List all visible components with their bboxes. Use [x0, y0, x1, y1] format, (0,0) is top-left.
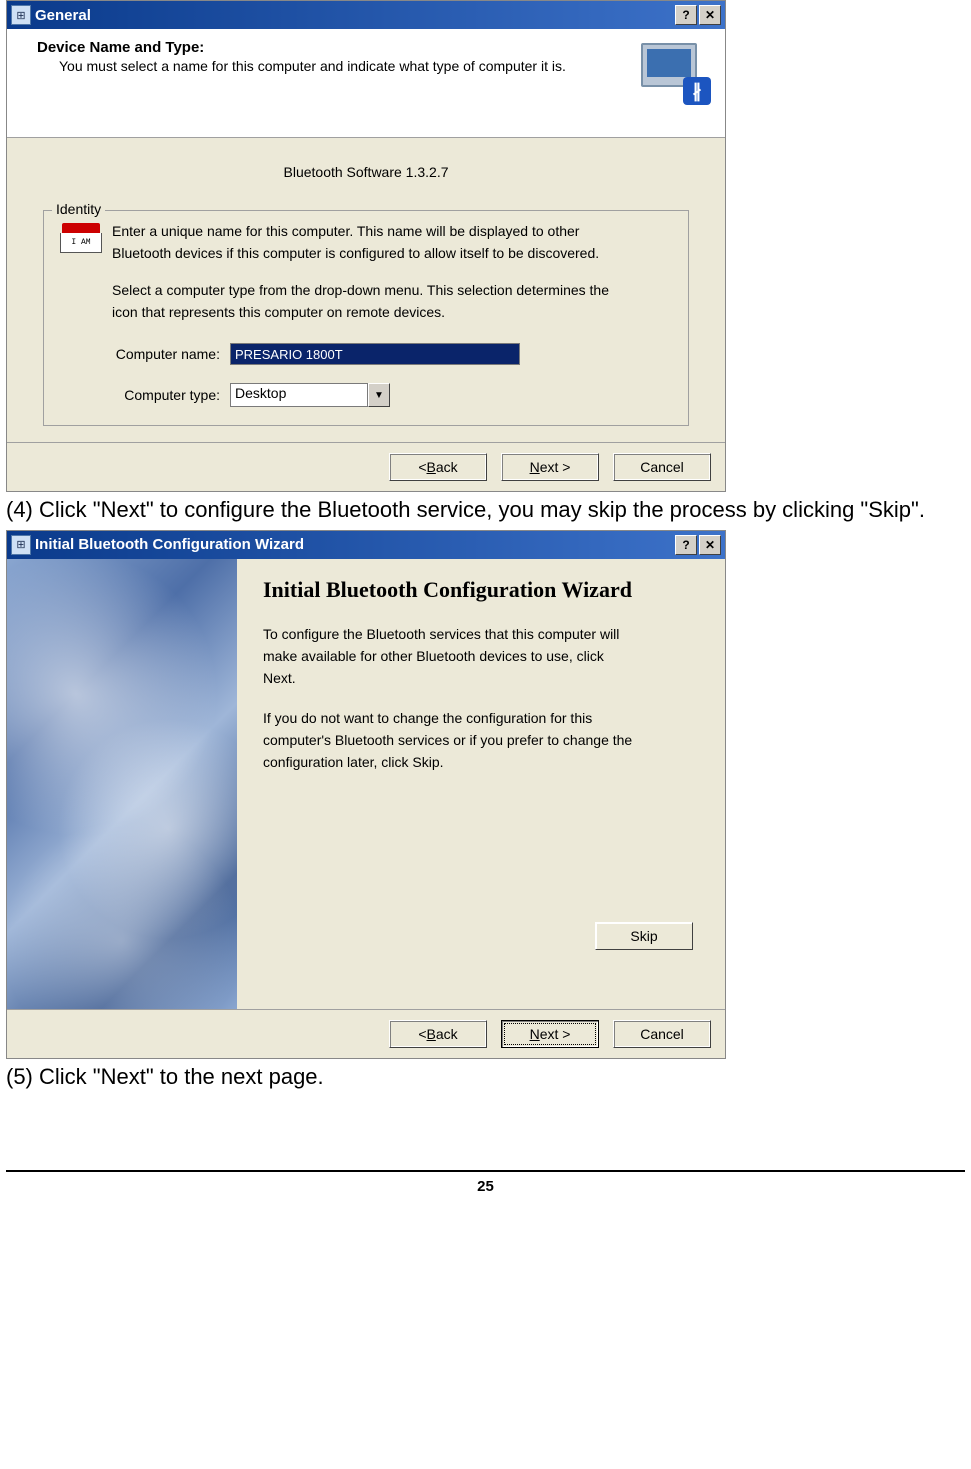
step-4-caption: (4) Click "Next" to configure the Blueto… [6, 496, 965, 524]
window-title: General [35, 7, 673, 24]
help-button[interactable]: ? [675, 5, 697, 25]
wizard-sidebar-image [7, 559, 237, 1009]
next-button[interactable]: Next > [501, 1020, 599, 1048]
group-label: Identity [52, 201, 105, 217]
back-button[interactable]: < Back [389, 1020, 487, 1048]
button-row: < Back Next > Cancel [7, 1009, 725, 1058]
header-section: Device Name and Type: You must select a … [7, 29, 725, 138]
wizard-heading: Initial Bluetooth Configuration Wizard [263, 577, 699, 603]
dialog-body: Bluetooth Software 1.3.2.7 Identity I AM… [7, 138, 725, 442]
app-icon: ⊞ [11, 535, 31, 555]
button-row: < Back Next > Cancel [7, 442, 725, 491]
computer-type-select[interactable]: Desktop ▼ [230, 383, 390, 407]
window-title: Initial Bluetooth Configuration Wizard [35, 536, 673, 553]
skip-button[interactable]: Skip [595, 922, 693, 950]
computer-name-input[interactable] [230, 343, 520, 365]
help-button[interactable]: ? [675, 535, 697, 555]
footer-rule [6, 1170, 965, 1172]
cancel-button[interactable]: Cancel [613, 453, 711, 481]
chevron-down-icon[interactable]: ▼ [368, 383, 390, 407]
computer-bluetooth-icon: ∦ [641, 43, 711, 105]
step-5-caption: (5) Click "Next" to the next page. [6, 1063, 965, 1091]
computer-type-label: Computer type: [60, 387, 230, 403]
version-text: Bluetooth Software 1.3.2.7 [43, 164, 689, 180]
wizard-main: Initial Bluetooth Configuration Wizard T… [237, 559, 725, 1009]
back-button[interactable]: < Back [389, 453, 487, 481]
general-dialog: ⊞ General ? ✕ Device Name and Type: You … [6, 0, 726, 492]
next-button[interactable]: Next > [501, 453, 599, 481]
identity-group: Identity I AM Enter a unique name for th… [43, 210, 689, 426]
page-number: 25 [6, 1178, 965, 1205]
app-icon: ⊞ [11, 5, 31, 25]
header-title: Device Name and Type: [37, 39, 711, 56]
identity-text: Enter a unique name for this computer. T… [112, 223, 609, 325]
nametag-icon: I AM [60, 223, 102, 253]
close-button[interactable]: ✕ [699, 535, 721, 555]
wizard-dialog: ⊞ Initial Bluetooth Configuration Wizard… [6, 530, 726, 1059]
titlebar[interactable]: ⊞ General ? ✕ [7, 1, 725, 29]
titlebar[interactable]: ⊞ Initial Bluetooth Configuration Wizard… [7, 531, 725, 559]
cancel-button[interactable]: Cancel [613, 1020, 711, 1048]
close-button[interactable]: ✕ [699, 5, 721, 25]
computer-name-label: Computer name: [60, 346, 230, 362]
header-subtitle: You must select a name for this computer… [59, 58, 711, 74]
